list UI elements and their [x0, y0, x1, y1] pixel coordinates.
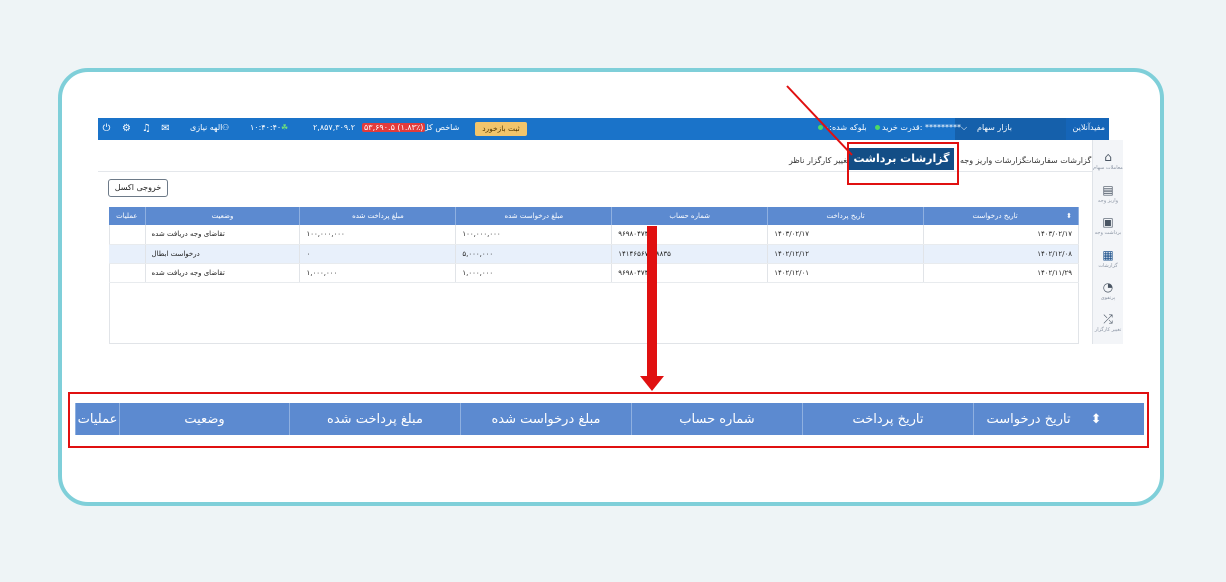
zoom-col-actions: عملیات	[75, 403, 119, 435]
zoom-col-request-date: تاریخ درخواست ⬍	[973, 403, 1144, 435]
zoom-col-status: وضعیت	[119, 403, 289, 435]
down-arrow-head	[640, 376, 664, 391]
diagonal-arrow	[786, 85, 853, 156]
zoom-col-paid-amount: مبلغ پرداخت شده	[289, 403, 460, 435]
zoomed-table-header: تاریخ درخواست ⬍ تاریخ پرداخت شماره حساب م…	[75, 403, 1144, 435]
zoom-col-payment-date: تاریخ پرداخت	[802, 403, 973, 435]
down-arrow-shaft	[647, 226, 657, 378]
zoom-col-account-number: شماره حساب	[631, 403, 802, 435]
zoom-col-requested-amount: مبلغ درخواست شده	[460, 403, 631, 435]
zoomed-header-box: تاریخ درخواست ⬍ تاریخ پرداخت شماره حساب م…	[68, 392, 1149, 448]
sort-icon: ⬍	[1090, 411, 1102, 427]
